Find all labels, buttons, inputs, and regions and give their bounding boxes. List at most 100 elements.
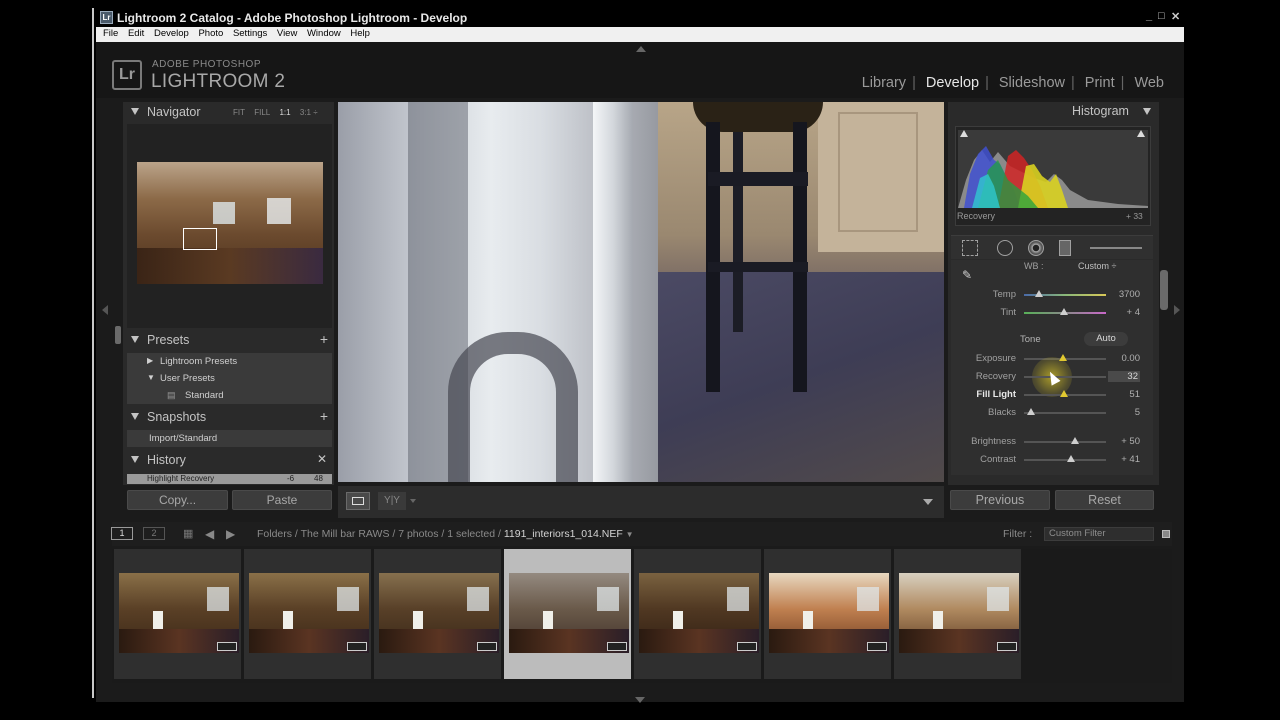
collapse-arrow-icon[interactable]: [131, 456, 139, 463]
expand-arrow-icon[interactable]: ▶: [147, 356, 153, 365]
back-arrow-icon[interactable]: ◀: [205, 527, 214, 541]
filmstrip-thumbnail[interactable]: [899, 573, 1019, 653]
filmstrip-cell[interactable]: [244, 549, 372, 679]
menu-photo[interactable]: Photo: [198, 28, 223, 39]
contrast-slider[interactable]: [1024, 459, 1106, 461]
preset-folder-user[interactable]: ▼ User Presets: [127, 370, 332, 387]
previous-button[interactable]: Previous: [950, 490, 1050, 510]
temp-value[interactable]: 3700: [1108, 289, 1140, 300]
source-dropdown-icon[interactable]: ▼: [626, 530, 634, 539]
filter-lock-icon[interactable]: [1162, 530, 1170, 538]
blacks-value[interactable]: 5: [1108, 407, 1140, 418]
brightness-slider-knob[interactable]: [1071, 437, 1079, 444]
top-panel-toggle-icon[interactable]: [636, 46, 646, 52]
filmstrip-source-path[interactable]: Folders / The Mill bar RAWS / 7 photos /…: [257, 528, 634, 540]
tint-slider-knob[interactable]: [1060, 308, 1068, 315]
zoom-3-1[interactable]: 3:1 ÷: [300, 108, 318, 117]
left-panel-scrollbar[interactable]: [115, 326, 121, 344]
wb-select[interactable]: Custom ÷: [1078, 261, 1116, 271]
white-balance-picker-icon[interactable]: ✎: [962, 268, 978, 284]
histogram-graph[interactable]: [958, 130, 1148, 208]
contrast-value[interactable]: + 41: [1108, 454, 1140, 465]
menu-view[interactable]: View: [277, 28, 297, 39]
filmstrip-thumbnail[interactable]: [249, 573, 369, 653]
before-after-icon[interactable]: Y|Y: [378, 492, 406, 510]
module-develop[interactable]: Develop: [926, 75, 979, 91]
blacks-slider[interactable]: [1024, 412, 1106, 414]
toolbar-menu-icon[interactable]: [923, 499, 933, 505]
menu-edit[interactable]: Edit: [128, 28, 144, 39]
filter-select[interactable]: Custom Filter: [1044, 527, 1154, 541]
clear-history-icon[interactable]: ✕: [317, 452, 327, 466]
left-panel-toggle-icon[interactable]: [102, 305, 108, 315]
shadow-clipping-icon[interactable]: [960, 130, 968, 137]
snapshot-item[interactable]: Import/Standard: [127, 430, 332, 447]
collapse-arrow-icon[interactable]: [131, 108, 139, 115]
close-button[interactable]: ✕: [1171, 10, 1180, 23]
secondary-display-button[interactable]: 2: [143, 527, 165, 540]
add-snapshot-icon[interactable]: +: [320, 408, 328, 424]
filmstrip-cell[interactable]: [374, 549, 502, 679]
module-library[interactable]: Library: [862, 75, 906, 91]
adjustment-brush-icon[interactable]: [1090, 247, 1142, 249]
temp-slider-knob[interactable]: [1035, 290, 1043, 297]
filmstrip-thumbnail[interactable]: [379, 573, 499, 653]
module-print[interactable]: Print: [1085, 75, 1115, 91]
menu-help[interactable]: Help: [350, 28, 370, 39]
filmstrip-cell[interactable]: [764, 549, 892, 679]
filmstrip-cell[interactable]: [894, 549, 1022, 679]
paste-button[interactable]: Paste: [232, 490, 332, 510]
minimize-button[interactable]: _: [1146, 10, 1152, 22]
maximize-button[interactable]: □: [1158, 10, 1165, 22]
fill-light-value[interactable]: 51: [1108, 389, 1140, 400]
filmstrip-cell[interactable]: [504, 549, 632, 679]
preset-item-standard[interactable]: ▤ Standard: [127, 387, 332, 404]
before-after-dropdown-icon[interactable]: [410, 499, 416, 503]
history-header[interactable]: History ✕: [127, 451, 332, 471]
filmstrip-thumbnail[interactable]: [509, 573, 629, 653]
spot-removal-icon[interactable]: [997, 240, 1013, 256]
collapse-arrow-icon[interactable]: [131, 413, 139, 420]
collapse-arrow-icon[interactable]: ▼: [147, 373, 155, 382]
filmstrip-thumbnail[interactable]: [639, 573, 759, 653]
auto-tone-button[interactable]: Auto: [1084, 332, 1128, 346]
navigator-view-frame[interactable]: [183, 228, 217, 250]
grid-view-icon[interactable]: ▦: [183, 528, 195, 540]
filmstrip-cell[interactable]: [634, 549, 762, 679]
primary-display-button[interactable]: 1: [111, 527, 133, 540]
filmstrip-cell[interactable]: [114, 549, 242, 679]
bottom-panel-toggle-icon[interactable]: [635, 697, 645, 703]
navigator-thumbnail[interactable]: [137, 162, 323, 284]
right-panel-scrollbar[interactable]: [1160, 270, 1168, 310]
red-eye-icon[interactable]: [1028, 240, 1044, 256]
recovery-slider[interactable]: [1024, 376, 1106, 378]
contrast-slider-knob[interactable]: [1067, 455, 1075, 462]
brightness-value[interactable]: + 50: [1108, 436, 1140, 447]
add-preset-icon[interactable]: +: [320, 331, 328, 347]
snapshots-header[interactable]: Snapshots +: [127, 408, 332, 428]
menu-file[interactable]: File: [103, 28, 118, 39]
exposure-value[interactable]: 0.00: [1108, 353, 1141, 364]
collapse-arrow-icon[interactable]: [1143, 108, 1151, 115]
zoom-fill[interactable]: FILL: [254, 108, 270, 117]
menu-window[interactable]: Window: [307, 28, 341, 39]
main-photo[interactable]: [338, 102, 944, 482]
reset-button[interactable]: Reset: [1055, 490, 1154, 510]
forward-arrow-icon[interactable]: ▶: [226, 527, 235, 541]
graduated-filter-icon[interactable]: [1059, 240, 1071, 256]
highlight-clipping-icon[interactable]: [1137, 130, 1145, 137]
crop-tool-icon[interactable]: [962, 240, 978, 256]
right-panel-toggle-icon[interactable]: [1174, 305, 1180, 315]
recovery-value[interactable]: 32: [1108, 371, 1140, 382]
preset-folder-lightroom[interactable]: ▶ Lightroom Presets: [127, 353, 332, 370]
blacks-slider-knob[interactable]: [1027, 408, 1035, 415]
filmstrip-thumbnail[interactable]: [119, 573, 239, 653]
presets-header[interactable]: Presets +: [127, 331, 332, 351]
menu-settings[interactable]: Settings: [233, 28, 267, 39]
copy-button[interactable]: Copy...: [127, 490, 228, 510]
history-item[interactable]: Highlight Recovery -6 48: [127, 474, 332, 484]
brightness-slider[interactable]: [1024, 441, 1106, 443]
module-web[interactable]: Web: [1134, 75, 1164, 91]
collapse-arrow-icon[interactable]: [131, 336, 139, 343]
module-slideshow[interactable]: Slideshow: [999, 75, 1065, 91]
